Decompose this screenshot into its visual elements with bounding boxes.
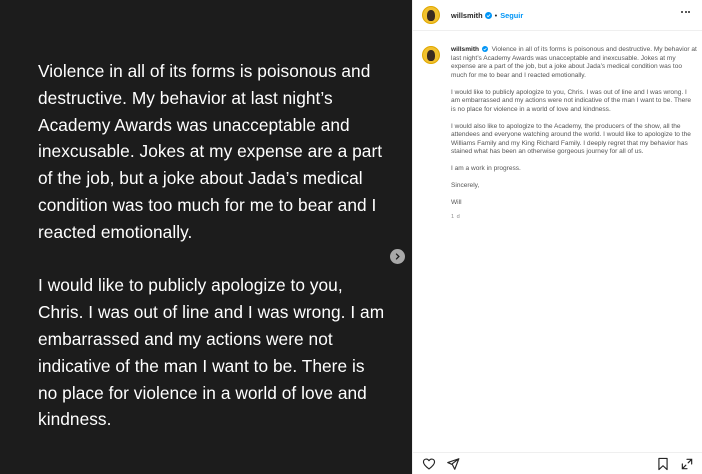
post-media: Violence in all of its forms is poisonou…: [0, 0, 412, 474]
post-side-panel: willsmith • Seguir willsmith Violence in…: [412, 0, 702, 474]
header-username[interactable]: willsmith: [451, 11, 483, 20]
more-options-icon[interactable]: [681, 11, 690, 13]
caption-paragraph: I would like to publicly apologize to yo…: [451, 88, 692, 113]
verified-badge-icon: [484, 11, 492, 19]
chevron-right-icon: [395, 253, 400, 260]
follow-button[interactable]: Seguir: [500, 11, 523, 20]
caption-text: Violence in all of its forms is poisonou…: [451, 46, 697, 79]
caption: willsmith Violence in all of its forms i…: [422, 46, 697, 221]
send-icon[interactable]: [446, 457, 460, 471]
post-timestamp[interactable]: 1 d: [451, 213, 697, 222]
caption-avatar[interactable]: [422, 46, 440, 64]
caption-paragraph: Sincerely,: [451, 182, 480, 189]
header-separator: •: [494, 10, 498, 20]
avatar[interactable]: [422, 6, 440, 24]
caption-paragraph: I am a work in progress.: [451, 165, 521, 172]
media-paragraph-2: I would like to publicly apologize to yo…: [38, 275, 385, 430]
action-bar: [413, 452, 702, 474]
caption-paragraph: Will: [451, 199, 462, 206]
heart-icon[interactable]: [422, 457, 436, 471]
bookmark-icon[interactable]: [656, 457, 670, 471]
media-paragraph-1: Violence in all of its forms is poisonou…: [38, 61, 383, 242]
next-slide-button[interactable]: [390, 249, 405, 264]
expand-icon[interactable]: [680, 457, 694, 471]
action-bar-right: [656, 457, 702, 471]
post-header: willsmith • Seguir: [413, 0, 702, 31]
caption-paragraph: I would also like to apologize to the Ac…: [451, 122, 691, 156]
media-text: Violence in all of its forms is poisonou…: [38, 58, 388, 460]
caption-username[interactable]: willsmith: [451, 46, 479, 53]
caption-paragraph: willsmith Violence in all of its forms i…: [451, 46, 697, 80]
verified-badge-icon: [481, 46, 488, 53]
caption-body: willsmith Violence in all of its forms i…: [451, 46, 697, 221]
